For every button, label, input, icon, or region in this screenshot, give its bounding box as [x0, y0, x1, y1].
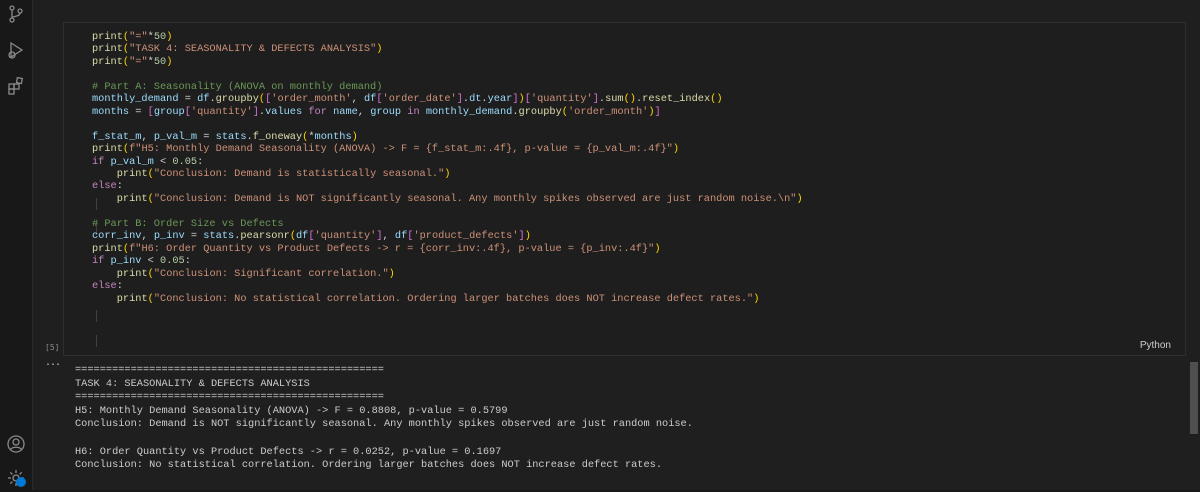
indent-guide — [96, 310, 97, 322]
source-control-icon[interactable] — [6, 4, 26, 24]
code-line[interactable]: print("="*50) — [92, 31, 172, 43]
output-line: TASK 4: SEASONALITY & DEFECTS ANALYSIS — [75, 377, 310, 390]
activity-bar — [0, 0, 33, 490]
code-cell[interactable]: print("="*50) print("TASK 4: SEASONALITY… — [63, 22, 1186, 356]
code-line[interactable]: if p_inv < 0.05: — [92, 255, 191, 267]
code-line[interactable]: # Part A: Seasonality (ANOVA on monthly … — [92, 81, 382, 93]
code-line[interactable]: f_stat_m, p_val_m = stats.f_oneway(*mont… — [92, 131, 358, 143]
output-line: Conclusion: No statistical correlation. … — [75, 459, 663, 472]
code-line[interactable]: monthly_demand = df.groupby(['order_mont… — [92, 93, 723, 105]
output-line: ========================================… — [75, 364, 384, 376]
code-line[interactable]: print("Conclusion: No statistical correl… — [92, 293, 760, 305]
code-line[interactable]: # Part B: Order Size vs Defects — [92, 218, 284, 230]
output-line: H5: Monthly Demand Seasonality (ANOVA) -… — [75, 404, 508, 417]
extensions-icon[interactable] — [6, 76, 26, 96]
output-scrollbar[interactable] — [1190, 362, 1198, 434]
code-line[interactable]: if p_val_m < 0.05: — [92, 156, 203, 168]
execution-count: [5] — [45, 343, 60, 352]
notebook-editor: print("="*50) print("TASK 4: SEASONALITY… — [33, 0, 1200, 490]
account-icon[interactable] — [6, 434, 26, 454]
output-actions-button[interactable]: ... — [45, 357, 61, 368]
output-line: Conclusion: Demand is NOT significantly … — [75, 418, 693, 431]
code-line[interactable]: print(f"H6: Order Quantity vs Product De… — [92, 243, 661, 255]
code-line[interactable]: print("Conclusion: Demand is statistical… — [92, 168, 451, 180]
settings-gear-icon[interactable] — [6, 468, 26, 488]
code-line[interactable]: else: — [92, 180, 123, 192]
output-line: ========================================… — [75, 391, 384, 404]
code-line[interactable]: print(f"H5: Monthly Demand Seasonality (… — [92, 143, 679, 155]
code-editor[interactable]: print("="*50) print("TASK 4: SEASONALITY… — [92, 31, 803, 305]
code-line[interactable]: corr_inv, p_inv = stats.pearsonr(df['qua… — [92, 230, 531, 242]
code-line[interactable]: print("Conclusion: Significant correlati… — [92, 268, 395, 280]
cell-output: ========================================… — [75, 364, 693, 473]
run-debug-icon[interactable] — [6, 40, 26, 60]
code-line[interactable]: else: — [92, 280, 123, 292]
code-line[interactable]: print("="*50) — [92, 56, 172, 68]
code-line[interactable]: print("TASK 4: SEASONALITY & DEFECTS ANA… — [92, 43, 382, 55]
output-line: H6: Order Quantity vs Product Defects ->… — [75, 445, 502, 458]
indent-guide — [96, 335, 97, 347]
cell-language-label[interactable]: Python — [1140, 340, 1171, 351]
code-line[interactable]: months = [group['quantity'].values for n… — [92, 106, 661, 118]
code-line[interactable]: print("Conclusion: Demand is NOT signifi… — [92, 193, 803, 205]
update-badge — [16, 477, 26, 487]
